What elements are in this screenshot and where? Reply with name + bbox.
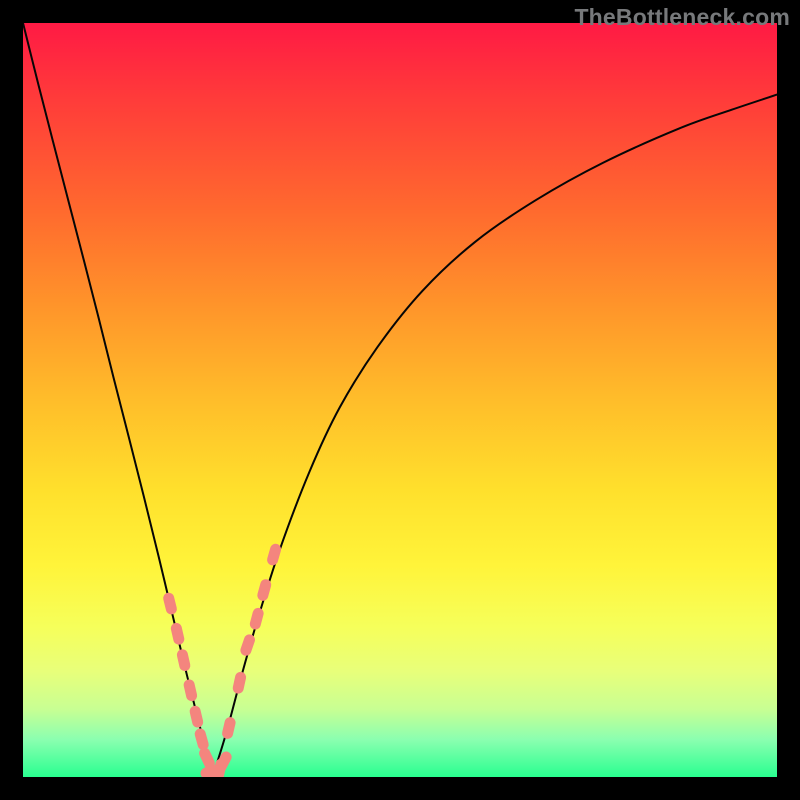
plot-area (23, 23, 777, 777)
marker-capsule (176, 628, 178, 639)
marker-capsule (200, 734, 203, 745)
marker-capsule (263, 585, 266, 596)
marker-capsule (195, 711, 198, 722)
chart-frame: TheBottleneck.com (0, 0, 800, 800)
marker-capsule (255, 613, 258, 624)
marker-capsule (228, 723, 231, 734)
curves-layer (23, 23, 777, 777)
marker-capsule (189, 685, 191, 696)
watermark-text: TheBottleneck.com (574, 4, 790, 31)
marker-capsule (169, 598, 172, 609)
marker-capsule (182, 655, 184, 666)
marker-capsule (246, 640, 250, 650)
marker-capsule (205, 753, 210, 763)
marker-capsule (238, 677, 240, 688)
marker-group (169, 549, 276, 777)
marker-capsule (273, 549, 276, 560)
curve-right-branch (214, 95, 777, 774)
marker-capsule (221, 757, 226, 767)
